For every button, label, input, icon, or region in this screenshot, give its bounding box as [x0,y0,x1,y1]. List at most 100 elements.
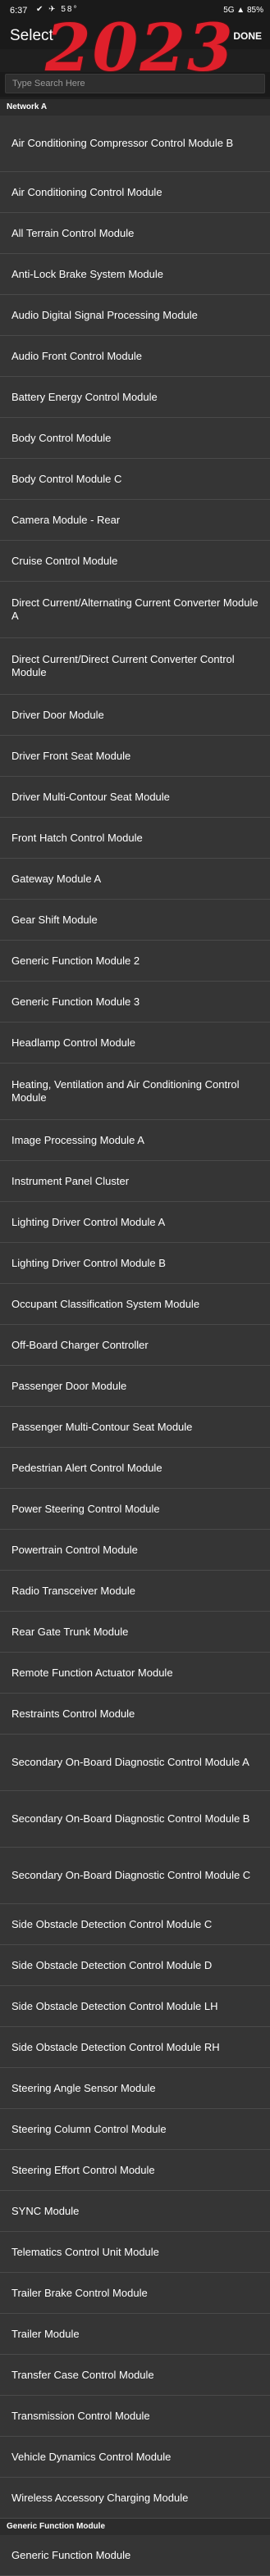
module-list-item[interactable]: Front Hatch Control Module [0,818,270,859]
module-list-item[interactable]: Lighting Driver Control Module B [0,1243,270,1284]
module-list-item[interactable]: Trailer Module [0,2314,270,2355]
module-list-item[interactable]: Instrument Panel Cluster [0,1161,270,1202]
module-list-item-label: Vehicle Dynamics Control Module [11,2450,172,2463]
module-list-item[interactable]: Generic Function Module [0,2535,270,2576]
module-list-item-label: Air Conditioning Compressor Control Modu… [11,137,234,149]
module-list-item[interactable]: Telematics Control Unit Module [0,2232,270,2273]
module-list-item-label: Wireless Accessory Charging Module [11,2491,189,2504]
module-list-item[interactable]: Powertrain Control Module [0,1530,270,1571]
module-list-item[interactable]: Vehicle Dynamics Control Module [0,2437,270,2478]
module-list-item[interactable]: Anti-Lock Brake System Module [0,254,270,295]
module-list-item[interactable]: Driver Door Module [0,695,270,736]
module-list-item[interactable]: Radio Transceiver Module [0,1571,270,1612]
done-button[interactable]: DONE [233,30,262,42]
module-list-item-label: Steering Angle Sensor Module [11,2081,156,2094]
module-list-item[interactable]: Camera Module - Rear [0,500,270,541]
module-list-item[interactable]: Direct Current/Direct Current Converter … [0,638,270,695]
module-list-item-label: Driver Front Seat Module [11,749,131,762]
module-list-item[interactable]: Body Control Module C [0,459,270,500]
module-list-item[interactable]: Cruise Control Module [0,541,270,582]
module-list-item-label: Anti-Lock Brake System Module [11,267,163,280]
module-list-item[interactable]: Power Steering Control Module [0,1489,270,1530]
module-list-item[interactable]: Headlamp Control Module [0,1023,270,1064]
module-list-item-label: Transfer Case Control Module [11,2368,154,2381]
module-list-item-label: Front Hatch Control Module [11,831,143,844]
module-list-item-label: Occupant Classification System Module [11,1297,200,1310]
module-list-item-label: Side Obstacle Detection Control Module L… [11,1999,218,2012]
module-list-item-label: Trailer Module [11,2327,80,2340]
module-list-item-label: Driver Door Module [11,708,104,721]
module-list-item-label: Lighting Driver Control Module A [11,1215,166,1228]
module-list-item[interactable]: Pedestrian Alert Control Module [0,1448,270,1489]
module-list-item-label: SYNC Module [11,2204,80,2217]
module-list-item[interactable]: Steering Column Control Module [0,2109,270,2150]
module-list-item[interactable]: Side Obstacle Detection Control Module L… [0,1986,270,2027]
module-list-item[interactable]: Lighting Driver Control Module A [0,1202,270,1243]
module-list-item-label: Gear Shift Module [11,913,98,926]
module-list-item-label: Direct Current/Direct Current Converter … [11,653,235,678]
module-list-item-label: Battery Energy Control Module [11,390,158,403]
module-list-item-label: Radio Transceiver Module [11,1584,136,1597]
module-list-item[interactable]: Secondary On-Board Diagnostic Control Mo… [0,1735,270,1791]
module-list-item[interactable]: Transmission Control Module [0,2396,270,2437]
module-list-item-label: Passenger Multi-Contour Seat Module [11,1420,193,1433]
module-list-item[interactable]: Driver Multi-Contour Seat Module [0,777,270,818]
module-list-item[interactable]: Rear Gate Trunk Module [0,1612,270,1653]
module-list-item-label: Generic Function Module 2 [11,954,140,967]
module-list-item[interactable]: All Terrain Control Module [0,213,270,254]
module-list-item[interactable]: Gear Shift Module [0,900,270,941]
module-list-item[interactable]: Passenger Multi-Contour Seat Module [0,1407,270,1448]
module-list-item-label: Lighting Driver Control Module B [11,1256,166,1269]
module-list-item-label: Audio Front Control Module [11,349,142,362]
module-list-item-label: Pedestrian Alert Control Module [11,1461,162,1474]
module-list-item[interactable]: Side Obstacle Detection Control Module D [0,1945,270,1986]
module-list-item-label: Instrument Panel Cluster [11,1174,130,1187]
module-list-item-label: Generic Function Module [11,2548,131,2561]
module-list-item[interactable]: Heating, Ventilation and Air Conditionin… [0,1064,270,1120]
module-list-item[interactable]: Remote Function Actuator Module [0,1653,270,1694]
module-list-item-label: Direct Current/Alternating Current Conve… [11,596,259,622]
module-list-item-label: All Terrain Control Module [11,226,135,239]
module-list-item[interactable]: Battery Energy Control Module [0,377,270,418]
module-list-item-label: Side Obstacle Detection Control Module C [11,1917,213,1930]
module-list-item[interactable]: Steering Angle Sensor Module [0,2068,270,2109]
module-list-item[interactable]: Air Conditioning Control Module [0,172,270,213]
module-list-item[interactable]: Off-Board Charger Controller [0,1325,270,1366]
module-list-item[interactable]: Generic Function Module 2 [0,941,270,982]
module-list-item-label: Passenger Door Module [11,1379,127,1392]
module-list-item[interactable]: Secondary On-Board Diagnostic Control Mo… [0,1791,270,1848]
module-list-item[interactable]: Trailer Brake Control Module [0,2273,270,2314]
module-list-item[interactable]: Side Obstacle Detection Control Module R… [0,2027,270,2068]
module-list-item[interactable]: Air Conditioning Compressor Control Modu… [0,116,270,172]
module-list-item-label: Telematics Control Unit Module [11,2245,159,2258]
module-list-item[interactable]: Restraints Control Module [0,1694,270,1735]
module-list-item-label: Steering Column Control Module [11,2122,167,2135]
module-list-item[interactable]: Occupant Classification System Module [0,1284,270,1325]
module-list-item-label: Restraints Control Module [11,1707,135,1720]
module-list-item-label: Audio Digital Signal Processing Module [11,308,198,321]
module-list-item[interactable]: Body Control Module [0,418,270,459]
module-list-item-label: Secondary On-Board Diagnostic Control Mo… [11,1869,251,1881]
module-list-item[interactable]: Wireless Accessory Charging Module [0,2478,270,2519]
module-list-item-label: Body Control Module C [11,472,122,485]
module-list-item[interactable]: Passenger Door Module [0,1366,270,1407]
module-list-item-label: Gateway Module A [11,872,102,885]
module-list-item[interactable]: Gateway Module A [0,859,270,900]
module-list-item-label: Body Control Module [11,431,112,444]
module-list-item[interactable]: Secondary On-Board Diagnostic Control Mo… [0,1848,270,1904]
module-list-item[interactable]: Generic Function Module 3 [0,982,270,1023]
module-list-item[interactable]: Side Obstacle Detection Control Module C [0,1904,270,1945]
module-list-item[interactable]: Transfer Case Control Module [0,2355,270,2396]
module-list-item[interactable]: Steering Effort Control Module [0,2150,270,2191]
module-list-item[interactable]: Audio Digital Signal Processing Module [0,295,270,336]
module-list-item-label: Secondary On-Board Diagnostic Control Mo… [11,1756,249,1768]
module-list-item-label: Trailer Brake Control Module [11,2286,148,2299]
module-list-item[interactable]: Image Processing Module A [0,1120,270,1161]
module-list-item-label: Heating, Ventilation and Air Conditionin… [11,1078,240,1104]
module-list-item[interactable]: Driver Front Seat Module [0,736,270,777]
module-list-item[interactable]: SYNC Module [0,2191,270,2232]
module-list-item-label: Side Obstacle Detection Control Module D [11,1958,213,1971]
module-list-item[interactable]: Audio Front Control Module [0,336,270,377]
module-list-item-label: Transmission Control Module [11,2409,150,2422]
module-list-item[interactable]: Direct Current/Alternating Current Conve… [0,582,270,638]
